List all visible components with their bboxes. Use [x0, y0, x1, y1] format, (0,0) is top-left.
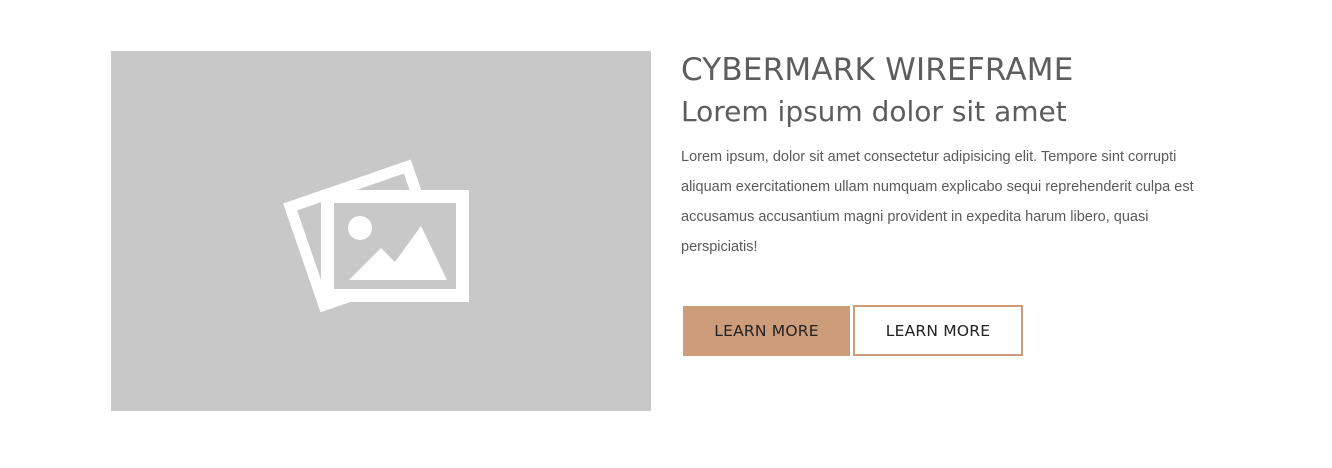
image-placeholder — [111, 51, 651, 411]
section-body: Lorem ipsum, dolor sit amet consectetur … — [681, 149, 1194, 255]
section-kicker: CYBERMARK WIREFRAME — [681, 52, 1074, 88]
learn-more-primary-button[interactable]: LEARN MORE — [683, 306, 850, 356]
images-placeholder-icon — [283, 159, 469, 313]
button-group: LEARN MORE LEARN MORE — [683, 305, 1023, 356]
content-block: CYBERMARK WIREFRAME Lorem ipsum dolor si… — [681, 50, 1241, 262]
learn-more-secondary-button[interactable]: LEARN MORE — [853, 305, 1023, 356]
section-headline: Lorem ipsum dolor sit amet — [681, 95, 1067, 128]
